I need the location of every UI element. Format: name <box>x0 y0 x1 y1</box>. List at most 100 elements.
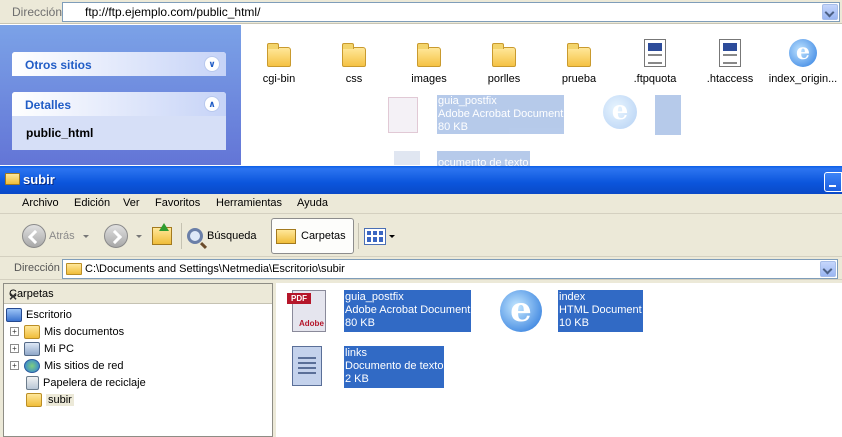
file-name: index <box>559 291 586 303</box>
ftp-folder-prueba[interactable]: prueba <box>541 33 617 85</box>
address-label: Dirección <box>14 262 60 274</box>
ftp-address-input[interactable]: ftp://ftp.ejemplo.com/public_html/ <box>62 2 840 22</box>
ftp-file-htaccess[interactable]: .htaccess <box>692 33 768 85</box>
file-icon <box>644 39 666 67</box>
folder-icon <box>567 43 591 67</box>
folders-icon <box>276 228 296 244</box>
ftp-file-index-original[interactable]: e index_origin... <box>763 33 842 85</box>
ie-document-icon: e <box>500 290 544 334</box>
desktop-icon <box>6 307 22 322</box>
address-dropdown-icon[interactable] <box>822 4 838 20</box>
folder-icon <box>492 43 516 67</box>
ftp-folder-porlles[interactable]: porlles <box>466 33 542 85</box>
ie-document-icon: e <box>789 39 817 67</box>
folders-button[interactable]: Carpetas <box>271 218 354 254</box>
drag-ghost-label <box>655 95 681 135</box>
file-size: 10 KB <box>559 317 589 329</box>
ftp-address-value: ftp://ftp.ejemplo.com/public_html/ <box>85 5 261 19</box>
address-dropdown-icon[interactable] <box>820 261 836 277</box>
details-body: public_html <box>12 116 226 150</box>
title-bar[interactable]: subir <box>0 166 842 194</box>
text-document-icon <box>394 151 420 165</box>
forward-dropdown-icon[interactable] <box>136 234 142 238</box>
folder-icon <box>66 263 82 275</box>
file-item-links[interactable]: links Documento de texto 2 KB <box>286 346 445 390</box>
ftp-folder-cgi-bin[interactable]: cgi-bin <box>241 33 317 85</box>
up-button[interactable] <box>152 218 172 254</box>
ftp-file-ftpquota[interactable]: .ftpquota <box>617 33 693 85</box>
up-folder-icon <box>152 223 172 245</box>
other-places-header[interactable]: Otros sitios ∨ <box>12 52 226 76</box>
views-dropdown-icon[interactable] <box>389 234 395 238</box>
other-places-title: Otros sitios <box>25 58 92 72</box>
details-title: Detalles <box>25 98 72 112</box>
collapse-chevron-icon[interactable]: ∧ <box>204 96 220 112</box>
pdf-icon <box>388 97 418 133</box>
tree-item-papelera[interactable]: Papelera de reciclaje <box>26 374 146 391</box>
menu-favoritos[interactable]: Favoritos <box>155 197 200 209</box>
address-label: Dirección <box>12 5 63 19</box>
file-list: guia_postfix Adobe Acrobat Document 80 K… <box>276 283 842 437</box>
file-name: css <box>345 73 363 85</box>
details-header[interactable]: Detalles ∧ <box>12 92 226 116</box>
file-name: index_origin... <box>768 73 838 85</box>
search-icon <box>187 228 208 250</box>
ftp-folder-images[interactable]: images <box>391 33 467 85</box>
file-item-guia-postfix[interactable]: guia_postfix Adobe Acrobat Document 80 K… <box>286 290 472 334</box>
file-info: guia_postfix Adobe Acrobat Document 80 K… <box>344 290 472 332</box>
details-panel: Detalles ∧ public_html <box>12 92 226 150</box>
tree-item-escritorio[interactable]: Escritorio <box>6 306 72 323</box>
folder-icon <box>26 392 42 407</box>
minimize-button[interactable] <box>824 172 842 192</box>
my-documents-icon <box>24 324 40 339</box>
ftp-file-area: cgi-bin css images porlles prueba .ftpqu… <box>241 25 842 170</box>
search-button[interactable]: Búsqueda <box>187 218 257 254</box>
menu-ver[interactable]: Ver <box>123 197 140 209</box>
views-icon <box>364 227 386 245</box>
expand-icon[interactable]: + <box>10 327 19 336</box>
file-name: .ftpquota <box>633 73 677 85</box>
address-bar: Dirección C:\Documents and Settings\Netm… <box>0 258 842 280</box>
file-name: prueba <box>561 73 597 85</box>
file-type: HTML Document <box>559 304 642 316</box>
network-places-icon <box>24 358 40 373</box>
drag-ghost-label: guia_postfix Adobe Acrobat Document 80 K… <box>437 95 565 134</box>
file-name: cgi-bin <box>262 73 296 85</box>
file-size: 80 KB <box>345 317 375 329</box>
tree-item-subir[interactable]: subir <box>26 391 74 408</box>
menu-edicion[interactable]: Edición <box>74 197 110 209</box>
file-name: images <box>411 73 447 85</box>
folders-pane-header: Carpetas × <box>4 284 272 304</box>
views-button[interactable] <box>364 218 395 254</box>
file-item-index[interactable]: e index HTML Document 10 KB <box>500 290 643 334</box>
folder-icon <box>267 43 291 67</box>
file-name: links <box>345 347 368 359</box>
ie-document-icon: e <box>603 95 637 129</box>
ftp-folder-css[interactable]: css <box>316 33 392 85</box>
toolbar: Atrás Búsqueda Carpetas <box>0 215 842 257</box>
expand-chevron-icon[interactable]: ∨ <box>204 56 220 72</box>
expand-icon[interactable]: + <box>10 344 19 353</box>
my-computer-icon <box>24 341 40 356</box>
menu-herramientas[interactable]: Herramientas <box>216 197 282 209</box>
menu-archivo[interactable]: Archivo <box>22 197 59 209</box>
forward-button[interactable] <box>104 218 142 254</box>
file-info: links Documento de texto 2 KB <box>344 346 445 388</box>
window-title: subir <box>23 172 55 187</box>
tree-item-mis-documentos[interactable]: + Mis documentos <box>10 323 124 340</box>
address-value: C:\Documents and Settings\Netmedia\Escri… <box>85 263 345 275</box>
file-size: 2 KB <box>345 373 369 385</box>
text-document-icon <box>286 346 330 390</box>
expand-icon[interactable]: + <box>10 361 19 370</box>
forward-arrow-icon <box>104 224 128 248</box>
search-label: Búsqueda <box>207 230 257 242</box>
tree-item-mis-sitios-de-red[interactable]: + Mis sitios de red <box>10 357 123 374</box>
back-button[interactable]: Atrás <box>22 218 89 254</box>
address-input[interactable]: C:\Documents and Settings\Netmedia\Escri… <box>62 259 838 279</box>
menu-ayuda[interactable]: Ayuda <box>297 197 328 209</box>
explorer-window: subir Archivo Edición Ver Favoritos Herr… <box>0 166 842 437</box>
back-dropdown-icon[interactable] <box>82 234 89 238</box>
tree-item-mi-pc[interactable]: + Mi PC <box>10 340 74 357</box>
folder-icon <box>5 173 20 185</box>
close-icon[interactable]: × <box>9 288 263 304</box>
